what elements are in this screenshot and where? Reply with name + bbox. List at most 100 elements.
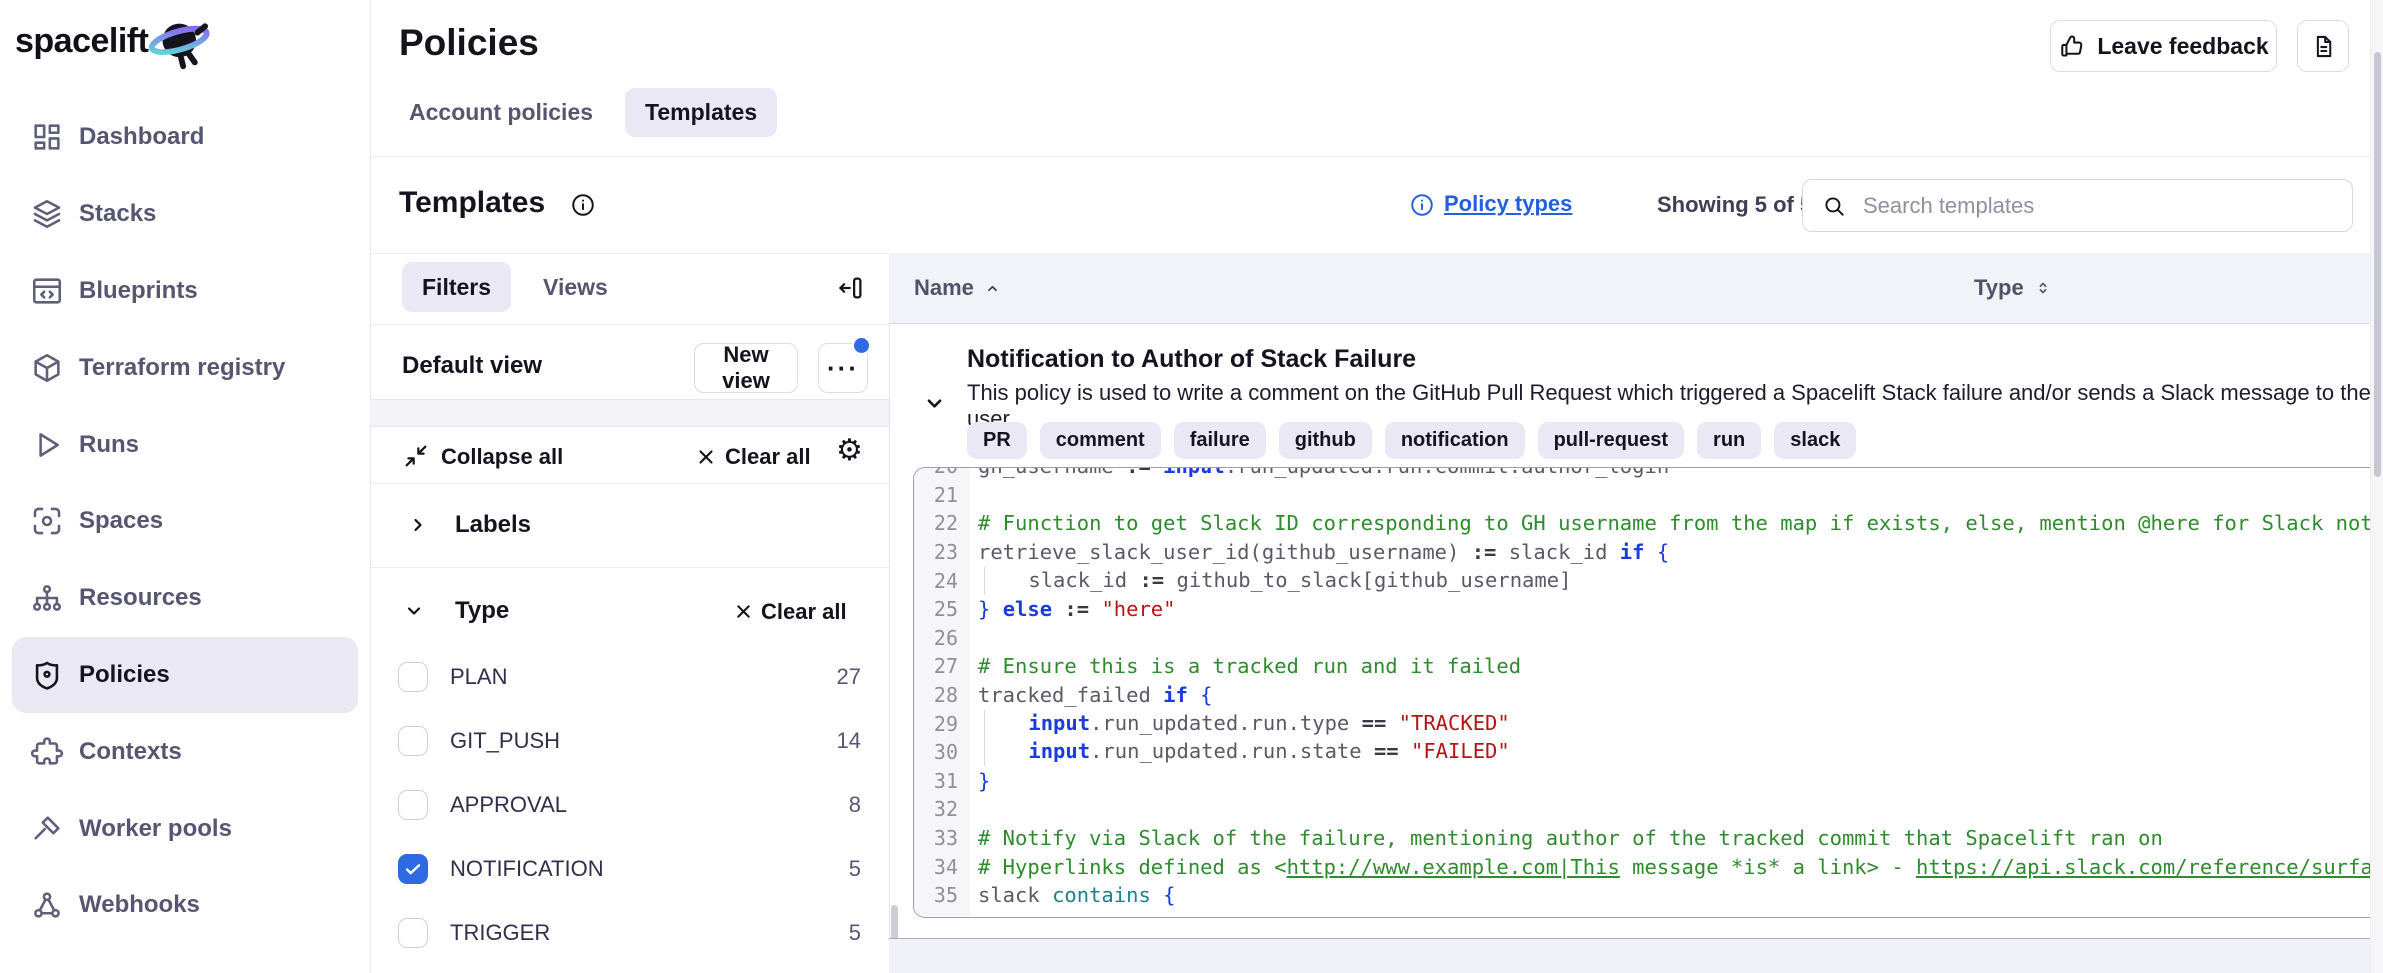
sidebar-item-contexts[interactable]: Contexts xyxy=(12,713,358,790)
sidebar-nav: Dashboard Stacks Blueprints Terraform regis… xyxy=(0,99,370,973)
code-line: 21 xyxy=(914,481,2383,510)
brand-name: spacelift xyxy=(15,10,148,72)
sidebar-item-label: Stacks xyxy=(79,200,156,228)
leave-feedback-button[interactable]: Leave feedback xyxy=(2050,20,2277,72)
chevron-down-icon xyxy=(402,599,426,623)
filter-option-notification[interactable]: NOTIFICATION5 xyxy=(370,837,889,901)
sidebar-item-label: Terraform registry xyxy=(79,354,285,382)
code-line: 33# Notify via Slack of the failure, men… xyxy=(914,824,2383,853)
type-clear-all-button[interactable]: Clear all xyxy=(761,599,847,625)
code-text: # Hyperlinks defined as <http://www.exam… xyxy=(970,855,2383,879)
policies-templates-page: spacelift Dashboard Stacks Blueprints Terra… xyxy=(0,0,2383,973)
checkbox[interactable] xyxy=(398,918,428,948)
stacks-icon xyxy=(30,197,64,231)
checkbox[interactable] xyxy=(398,726,428,756)
clear-all-button[interactable]: Clear all xyxy=(725,444,811,470)
code-line: 32 xyxy=(914,795,2383,824)
chevron-right-icon xyxy=(406,513,430,537)
code-text: retrieve_slack_user_id(github_username) … xyxy=(970,540,1669,564)
policies-icon xyxy=(30,658,64,692)
line-number: 31 xyxy=(914,769,970,793)
code-line: 28tracked_failed if { xyxy=(914,681,2383,710)
code-text: input.run_updated.run.type == "TRACKED" xyxy=(970,710,1510,738)
code-line: 35slack contains { xyxy=(914,881,2383,910)
checkbox[interactable] xyxy=(398,662,428,692)
code-line: 23retrieve_slack_user_id(github_username… xyxy=(914,538,2383,567)
checkbox-checked[interactable] xyxy=(398,854,428,884)
filter-option-plan[interactable]: PLAN27 xyxy=(370,645,889,709)
collapse-all-button[interactable]: Collapse all xyxy=(441,444,563,470)
panel-table-divider xyxy=(889,253,890,973)
filter-option-git_push[interactable]: GIT_PUSH14 xyxy=(370,709,889,773)
page-tabs: Account policies Templates xyxy=(399,88,777,137)
new-view-button[interactable]: New view xyxy=(694,343,798,393)
tab-templates[interactable]: Templates xyxy=(625,88,777,137)
line-number: 24 xyxy=(914,569,970,593)
page-title: Policies xyxy=(399,22,539,64)
code-text: # Notify via Slack of the failure, menti… xyxy=(970,826,2163,850)
tag: slack xyxy=(1774,422,1856,459)
sidebar-item-spaces[interactable]: Spaces xyxy=(12,483,358,560)
code-text: # Ensure this is a tracked run and it fa… xyxy=(970,654,1521,678)
collapse-panel-icon[interactable] xyxy=(836,273,866,303)
sidebar-item-resources[interactable]: Resources xyxy=(12,560,358,637)
sidebar-item-runs[interactable]: Runs xyxy=(12,406,358,483)
line-number: 20 xyxy=(914,467,970,478)
notification-dot xyxy=(852,336,871,355)
sort-both-icon xyxy=(2034,279,2052,297)
line-number: 34 xyxy=(914,855,970,879)
checkbox[interactable] xyxy=(398,790,428,820)
documentation-button[interactable] xyxy=(2297,20,2349,72)
sidebar-item-users[interactable] xyxy=(12,944,358,973)
header-divider xyxy=(370,156,2383,157)
tab-views[interactable]: Views xyxy=(531,262,620,312)
code-line: 20gh_username := input.run_updated.run.c… xyxy=(914,467,2383,481)
templates-info-icon[interactable] xyxy=(570,192,596,218)
column-header-name[interactable]: Name xyxy=(914,253,1001,323)
resources-icon xyxy=(30,581,64,615)
tag: failure xyxy=(1174,422,1266,459)
search-icon xyxy=(1821,193,1847,219)
tag: notification xyxy=(1385,422,1525,459)
code-text: gh_username := input.run_updated.run.com… xyxy=(970,467,1669,478)
document-icon xyxy=(2310,33,2337,60)
sidebar-item-webhooks[interactable]: Webhooks xyxy=(12,867,358,944)
spacelift-logo[interactable]: spacelift xyxy=(15,10,218,74)
row-expand-chevron-icon[interactable] xyxy=(921,390,948,417)
filter-option-label: TRIGGER xyxy=(450,920,550,946)
page-scrollbar-track[interactable] xyxy=(2370,0,2383,973)
clear-all-x-icon xyxy=(695,446,717,468)
sidebar-item-label: Contexts xyxy=(79,738,182,766)
type-clear-all-x-icon xyxy=(733,601,754,622)
policy-tags: PRcommentfailuregithubnotificationpull-r… xyxy=(967,422,1856,459)
tag: run xyxy=(1697,422,1761,459)
tab-filters[interactable]: Filters xyxy=(402,262,511,312)
policy-code-viewer[interactable]: 20gh_username := input.run_updated.run.c… xyxy=(913,467,2383,918)
page-scrollbar-thumb[interactable] xyxy=(2374,52,2381,477)
gear-icon[interactable]: ⚙ xyxy=(836,437,863,465)
sidebar-item-terraform-registry[interactable]: Terraform registry xyxy=(12,329,358,406)
worker-pools-icon xyxy=(30,812,64,846)
policy-types-link[interactable]: Policy types xyxy=(1444,191,1572,217)
search-templates-box[interactable] xyxy=(1802,179,2353,232)
line-number: 32 xyxy=(914,797,970,821)
code-text: slack contains { xyxy=(970,883,1176,907)
tab-account-policies[interactable]: Account policies xyxy=(399,88,603,137)
sidebar-item-worker-pools[interactable]: Worker pools xyxy=(12,790,358,867)
sidebar-item-blueprints[interactable]: Blueprints xyxy=(12,253,358,330)
filter-option-trigger[interactable]: TRIGGER5 xyxy=(370,901,889,965)
sidebar-item-stacks[interactable]: Stacks xyxy=(12,176,358,253)
labels-section-header[interactable]: Labels xyxy=(455,511,531,539)
sidebar-item-dashboard[interactable]: Dashboard xyxy=(12,99,358,176)
panel-divider xyxy=(370,483,889,484)
terraform-registry-icon xyxy=(30,351,64,385)
tag: comment xyxy=(1040,422,1161,459)
code-text: tracked_failed if { xyxy=(970,683,1213,707)
type-section-header[interactable]: Type xyxy=(455,597,509,625)
filter-option-approval[interactable]: APPROVAL8 xyxy=(370,773,889,837)
column-header-type[interactable]: Type xyxy=(1974,253,2052,323)
planet-icon xyxy=(138,12,218,74)
sidebar-item-policies[interactable]: Policies xyxy=(12,637,358,714)
panel-divider xyxy=(370,567,889,568)
search-input[interactable] xyxy=(1861,192,2338,220)
